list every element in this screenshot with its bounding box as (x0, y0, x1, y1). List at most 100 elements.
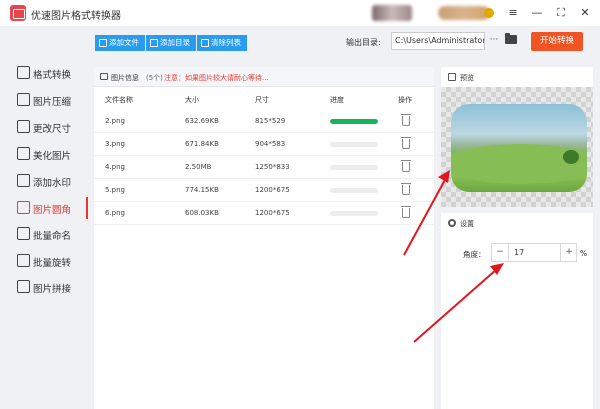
user-avatar[interactable] (372, 5, 412, 21)
file-size: 671.84KB (185, 140, 219, 148)
app-logo-icon (10, 5, 26, 21)
watermark-icon (17, 174, 30, 187)
preview-panel: 预览 (441, 67, 593, 207)
settings-title: 设置 (460, 220, 474, 228)
angle-stepper[interactable]: − 17 + (491, 243, 577, 262)
decrement-button[interactable]: − (492, 244, 508, 261)
preview-image (451, 104, 587, 192)
open-folder-icon[interactable] (505, 33, 517, 44)
gear-icon (448, 219, 456, 227)
sidebar-item-compress[interactable]: 图片压缩 (0, 89, 88, 111)
column-header-progress: 进度 (330, 96, 344, 104)
delete-icon[interactable] (401, 160, 411, 172)
sidebar-item-beautify[interactable]: 美化图片 (0, 143, 88, 165)
sidebar-item-label: 美化图片 (33, 151, 72, 162)
add-file-button[interactable]: 添加文件 (95, 35, 145, 51)
sidebar-item-watermark[interactable]: 添加水印 (0, 170, 88, 192)
sidebar-item-label: 添加水印 (33, 178, 72, 189)
stepper-divider (508, 244, 509, 261)
sidebar-item-round-corner[interactable]: 图片圆角 (0, 197, 88, 219)
sidebar-item-batch-rename[interactable]: 批量命名 (0, 223, 88, 245)
app-title: 优速图片格式转换器 (31, 11, 121, 22)
column-header-dimensions: 尺寸 (255, 96, 269, 104)
settings-header: 设置 (441, 213, 593, 233)
table-row[interactable]: 3.png 671.84KB 904*583 (94, 133, 434, 156)
sidebar-item-batch-rotate[interactable]: 批量旋转 (0, 250, 88, 272)
add-file-icon (99, 39, 107, 47)
resize-icon (17, 120, 30, 133)
image-tree (563, 150, 579, 164)
trash-icon (201, 39, 209, 47)
delete-icon[interactable] (401, 206, 411, 218)
sidebar-item-format-convert[interactable]: 格式转换 (0, 62, 88, 84)
sidebar-item-resize[interactable]: 更改尺寸 (0, 116, 88, 138)
column-header-action: 操作 (398, 96, 412, 104)
column-header-name: 文件名称 (105, 96, 133, 104)
preview-title: 预览 (460, 74, 474, 82)
file-dimensions: 1200*675 (255, 209, 290, 217)
delete-icon[interactable] (401, 183, 411, 195)
file-name: 6.png (105, 209, 126, 217)
file-size: 2.50MB (185, 163, 212, 171)
file-dimensions: 815*529 (255, 117, 286, 125)
file-dimensions: 1250*833 (255, 163, 290, 171)
increment-button[interactable]: + (561, 244, 577, 261)
progress-bar (330, 188, 378, 193)
beautify-icon (17, 147, 30, 160)
file-info-title: 图片信息 (111, 74, 139, 82)
add-file-label: 添加文件 (109, 38, 139, 47)
start-convert-button[interactable]: 开始转换 (531, 32, 583, 51)
file-info-header: 图片信息 (5个) 注意：如果图片较大请耐心等待... (94, 67, 434, 87)
add-folder-button[interactable]: 添加目录 (146, 35, 196, 51)
file-name: 5.png (105, 186, 126, 194)
table-row[interactable]: 6.png 608.03KB 1200*675 (94, 202, 434, 225)
delete-icon[interactable] (401, 114, 411, 126)
close-button[interactable]: ✕ (576, 4, 594, 22)
table-row[interactable]: 2.png 632.69KB 815*529 (94, 110, 434, 133)
file-dimensions: 1200*675 (255, 186, 290, 194)
stitch-icon (17, 280, 30, 293)
maximize-button[interactable]: ⛶ (552, 4, 570, 22)
minimize-button[interactable]: — (528, 4, 546, 22)
sidebar-item-label: 更改尺寸 (33, 124, 72, 135)
sidebar-item-stitch[interactable]: 图片拼接 (0, 276, 88, 298)
column-header-size: 大小 (185, 96, 199, 104)
menu-button[interactable]: ≡ (504, 4, 522, 22)
folder-add-icon (150, 39, 158, 47)
round-corner-icon (17, 201, 30, 214)
sidebar: 格式转换 图片压缩 更改尺寸 美化图片 添加水印 图片圆角 批量命名 批量旋转 … (0, 26, 88, 409)
browse-button[interactable]: ··· (488, 33, 500, 47)
user-account[interactable] (438, 6, 490, 20)
transparency-background (441, 87, 593, 207)
sidebar-item-label: 图片圆角 (33, 205, 72, 216)
add-folder-label: 添加目录 (160, 38, 190, 47)
file-size: 632.69KB (185, 117, 219, 125)
size-warning-note: 注意：如果图片较大请耐心等待... (164, 74, 269, 82)
clear-list-label: 清除列表 (211, 38, 241, 47)
progress-bar (330, 211, 378, 216)
table-row[interactable]: 4.png 2.50MB 1250*833 (94, 156, 434, 179)
file-name: 4.png (105, 163, 126, 171)
angle-label: 角度： (463, 250, 486, 259)
sidebar-item-label: 批量命名 (33, 231, 72, 242)
vip-badge-icon (484, 8, 494, 18)
table-row[interactable]: 5.png 774.15KB 1200*675 (94, 179, 434, 202)
sidebar-item-label: 批量旋转 (33, 258, 72, 269)
file-list-panel: 图片信息 (5个) 注意：如果图片较大请耐心等待... 文件名称 大小 尺寸 进… (94, 67, 434, 409)
progress-fill (330, 119, 378, 124)
image-icon (100, 73, 108, 80)
progress-bar (330, 119, 378, 124)
file-size: 608.03KB (185, 209, 219, 217)
delete-icon[interactable] (401, 137, 411, 149)
compress-icon (17, 93, 30, 106)
angle-value[interactable]: 17 (514, 248, 524, 257)
rotate-icon (17, 254, 30, 267)
progress-bar (330, 165, 378, 170)
output-dir-label: 输出目录: (346, 38, 381, 47)
output-dir-input[interactable]: C:\Users\Administrator\ (391, 32, 485, 50)
preview-icon (448, 73, 456, 81)
sidebar-item-label: 图片拼接 (33, 284, 72, 295)
title-bar: 优速图片格式转换器 ≡ — ⛶ ✕ (0, 0, 600, 26)
clear-list-button[interactable]: 清除列表 (197, 35, 247, 51)
rename-icon (17, 227, 30, 240)
